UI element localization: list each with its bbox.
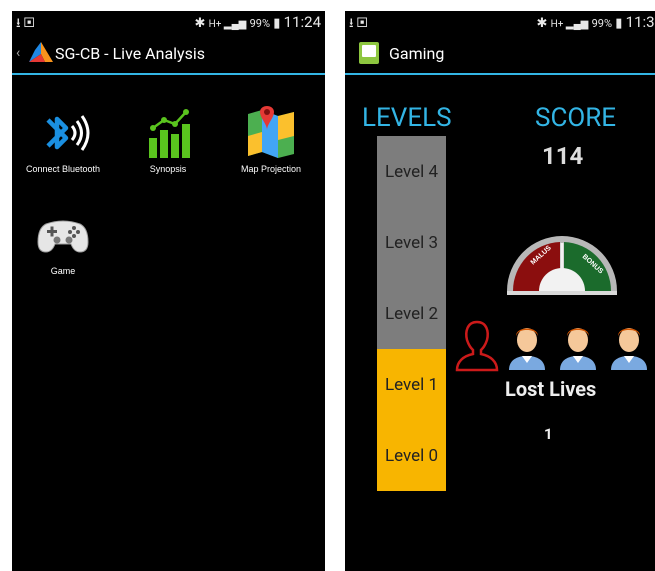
- signal-icon: H+ ▂▄▆: [208, 19, 247, 30]
- action-bar: ‹ SG-CB - Live Analysis: [12, 33, 325, 75]
- life-lost-icon: [455, 320, 499, 372]
- gamepad-icon: [37, 220, 89, 253]
- level-column: Level 4 Level 3 Level 2 Level 1 Level 0: [377, 136, 446, 492]
- bluetooth-status-icon: ✱: [194, 16, 206, 31]
- tile-label: Connect Bluetooth: [25, 164, 101, 174]
- life-icon: [560, 328, 596, 370]
- signal-icon: H+ ▂▄▆: [550, 19, 589, 30]
- life-icon: [509, 328, 545, 370]
- levels-header: LEVELS: [362, 103, 452, 133]
- gaming-screen: ⭳ ▣ ✱ H+ ▂▄▆ 99% ▮ 11:30 Gaming LEVELS S…: [345, 11, 655, 571]
- back-icon[interactable]: ‹: [16, 45, 20, 61]
- battery-icon: ▮: [273, 16, 281, 31]
- status-right: ✱ H+ ▂▄▆ 99% ▮ 11:24: [194, 13, 321, 31]
- battery-percent: 99%: [591, 17, 613, 30]
- home-screen: ⭳ ▣ ✱ H+ ▂▄▆ 99% ▮ 11:24 ‹ SG-CB - Live …: [12, 11, 325, 571]
- score-value: 114: [542, 142, 584, 170]
- status-bar: ⭳ ▣ ✱ H+ ▂▄▆ 99% ▮ 11:24: [12, 11, 325, 33]
- bluetooth-status-icon: ✱: [536, 16, 548, 31]
- lost-lives-value: 1: [544, 425, 553, 443]
- app-logo-icon[interactable]: [29, 42, 53, 62]
- app-icon[interactable]: [359, 42, 379, 64]
- level-3-cell: Level 3: [377, 207, 446, 278]
- page-title: SG-CB - Live Analysis: [55, 44, 206, 63]
- game-tile[interactable]: Game: [15, 208, 111, 276]
- life-icon: [611, 328, 647, 370]
- malus-bonus-gauge: MALUS BONUS: [507, 236, 617, 295]
- map-projection-tile[interactable]: Map Projection: [223, 106, 319, 174]
- level-2-cell: Level 2: [377, 278, 446, 349]
- lost-lives-label: Lost Lives: [505, 377, 597, 401]
- level-1-cell: Level 1: [377, 349, 446, 420]
- map-icon: [248, 106, 294, 158]
- action-bar: Gaming: [345, 33, 655, 75]
- synopsis-tile[interactable]: Synopsis: [120, 106, 216, 174]
- bar-chart-icon: [149, 109, 190, 158]
- bluetooth-icon: [46, 115, 90, 151]
- page-title: Gaming: [389, 44, 445, 63]
- level-4-cell: Level 4: [377, 136, 446, 207]
- score-header: SCORE: [535, 103, 617, 133]
- tile-label: Map Projection: [240, 164, 302, 174]
- tile-label: Synopsis: [149, 164, 187, 174]
- clock: 11:24: [283, 13, 321, 31]
- level-0-cell: Level 0: [377, 420, 446, 491]
- battery-icon: ▮: [615, 16, 623, 31]
- tile-label: Game: [50, 266, 76, 276]
- status-right: ✱ H+ ▂▄▆ 99% ▮ 11:30: [536, 13, 655, 31]
- battery-percent: 99%: [249, 17, 271, 30]
- connect-bluetooth-tile[interactable]: Connect Bluetooth: [15, 106, 111, 174]
- clock: 11:30: [625, 13, 655, 31]
- status-bar: ⭳ ▣ ✱ H+ ▂▄▆ 99% ▮ 11:30: [345, 11, 655, 33]
